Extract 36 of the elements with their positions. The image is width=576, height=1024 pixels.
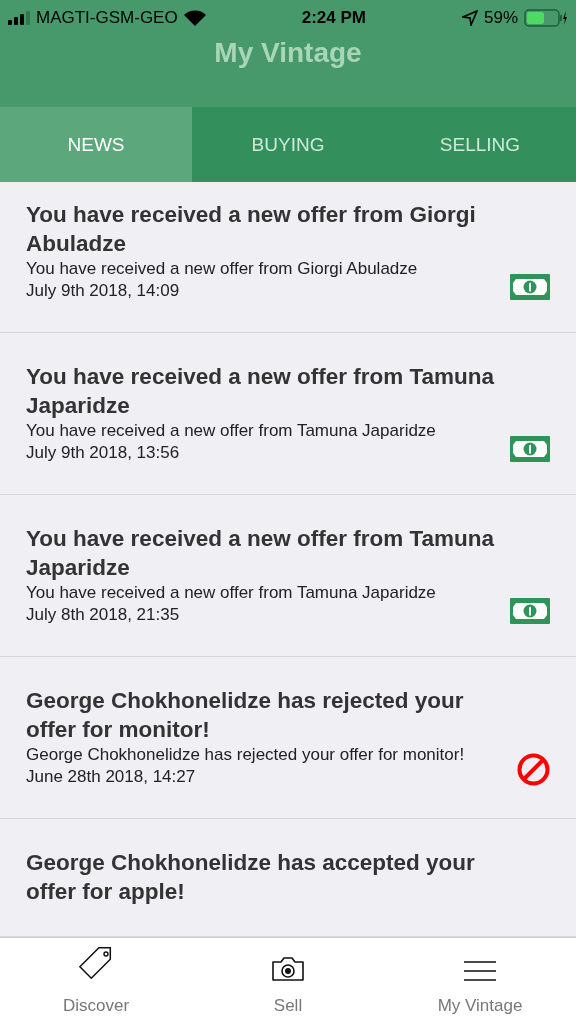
- news-title: George Chokhonelidze has rejected your offer for monitor!: [26, 687, 465, 744]
- tab-bar-label[interactable]: My Vintage: [437, 996, 523, 1016]
- battery-icon: [524, 8, 568, 27]
- news-message: George Chokhonelidze has rejected your offer for monitor!: [26, 744, 466, 766]
- news-title: You have received a new offer from Tamuna Japaridze: [26, 525, 496, 582]
- news-item[interactable]: You have received a new offer from Tamuna Japaridze You have received a new offer from Tamuna Japaridze July 8th 2018, 21:35: [0, 495, 576, 657]
- news-message: You have received a new offer from Tamuna Japaridze: [26, 582, 437, 604]
- screen-title: My Vintage: [213, 36, 363, 70]
- tab-bar-label[interactable]: Discover: [62, 996, 130, 1016]
- menu-icon: [463, 960, 497, 982]
- news-item[interactable]: You have received a new offer from Giorgi Abuladze You have received a new offer from Giorgi Abuladze July 9th 2018, 14:09: [0, 182, 576, 333]
- news-date: July 9th 2018, 13:56: [26, 442, 181, 464]
- banknote-icon: [510, 436, 550, 462]
- news-message: You have received a new offer from Giorgi Abuladze: [26, 258, 419, 280]
- news-title: George Chokhonelidze has accepted your offer for apple!: [26, 849, 476, 906]
- clock-time: 2:24 PM: [300, 7, 367, 28]
- news-title: You have received a new offer from Tamuna Japaridze: [26, 363, 496, 420]
- banknote-icon: [510, 274, 550, 300]
- location-icon: [461, 9, 478, 26]
- news-item[interactable]: You have received a new offer from Tamuna Japaridze You have received a new offer from Tamuna Japaridze July 9th 2018, 13:56: [0, 333, 576, 495]
- tab-bar-label[interactable]: Sell: [273, 996, 303, 1016]
- signal-icon: [8, 10, 30, 25]
- news-message: You have received a new offer from Tamuna Japaridze: [26, 420, 437, 442]
- prohibited-icon: [517, 753, 550, 786]
- news-date: June 28th 2018, 14:27: [26, 766, 197, 788]
- wifi-icon: [183, 9, 206, 26]
- tab[interactable]: NEWS: [0, 107, 192, 182]
- news-item[interactable]: George Chokhonelidze has rejected your offer for monitor! George Chokhonelidze has rejected your offer for monitor! June 28th 2018, 14:27: [0, 657, 576, 819]
- carrier-name: MAGTI-GSM-GEO: [36, 7, 178, 28]
- news-title: You have received a new offer from Giorgi Abuladze: [26, 201, 477, 258]
- news-date: July 8th 2018, 21:35: [26, 604, 181, 626]
- banknote-icon: [510, 598, 550, 624]
- tag-icon: [78, 946, 114, 982]
- battery-percent: 59%: [483, 7, 518, 28]
- news-date: July 9th 2018, 14:09: [26, 280, 181, 302]
- camera-icon: [271, 956, 305, 982]
